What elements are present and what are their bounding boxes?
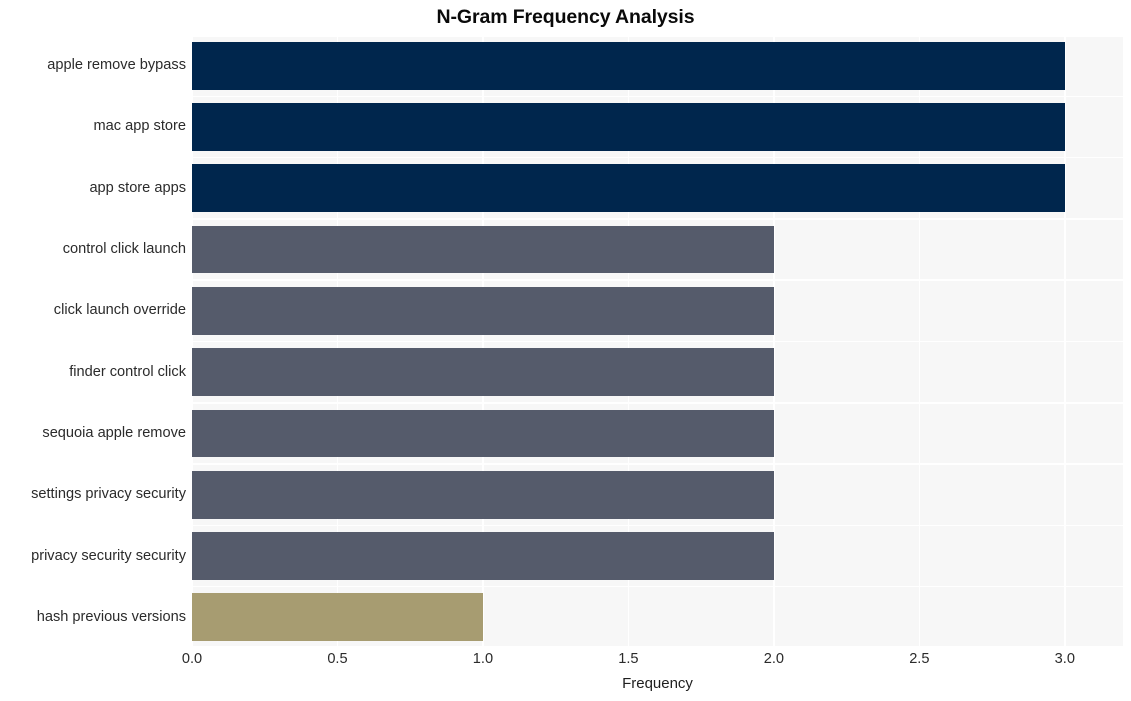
horizontal-gridline	[192, 218, 1123, 220]
horizontal-gridline	[192, 156, 1123, 159]
plot-area	[192, 35, 1123, 648]
x-tick-label: 3.0	[1054, 651, 1075, 667]
horizontal-gridline	[192, 524, 1123, 527]
bar	[192, 286, 774, 335]
y-tick-label: finder control click	[69, 363, 186, 380]
x-tick-label: 0.0	[181, 651, 203, 667]
horizontal-gridline	[192, 646, 1123, 648]
horizontal-gridline	[192, 279, 1123, 281]
x-tick-label: 2.0	[763, 651, 785, 667]
chart-figure: N-Gram Frequency Analysis apple remove b…	[0, 0, 1131, 701]
horizontal-gridline	[192, 95, 1123, 98]
x-tick-label: 2.5	[909, 651, 930, 667]
y-tick-label: click launch override	[53, 302, 186, 319]
bar	[192, 409, 774, 458]
y-tick-label: hash previous versions	[36, 608, 186, 625]
horizontal-gridline	[192, 585, 1123, 588]
bar	[192, 41, 1065, 90]
horizontal-gridline	[192, 463, 1123, 465]
bar	[192, 593, 483, 642]
x-axis-title: Frequency	[622, 675, 693, 692]
bar	[192, 470, 774, 519]
y-tick-label: settings privacy security	[31, 486, 186, 503]
y-tick-label: privacy security security	[31, 547, 186, 564]
x-tick-label: 1.5	[618, 651, 639, 667]
y-tick-label: app store apps	[89, 179, 186, 196]
x-tick-label: 0.5	[327, 651, 348, 667]
x-tick-label: 1.0	[472, 651, 494, 667]
bar	[192, 532, 774, 580]
y-tick-label: mac app store	[93, 118, 186, 135]
horizontal-gridline	[192, 340, 1123, 343]
y-tick-label: control click launch	[62, 241, 186, 258]
chart-title: N-Gram Frequency Analysis	[436, 6, 695, 28]
horizontal-gridline	[192, 402, 1123, 404]
bar	[192, 348, 774, 397]
bar	[192, 103, 1065, 151]
bar	[192, 164, 1065, 213]
y-axis-tick-labels: apple remove bypass mac app store app stor…	[0, 35, 186, 648]
y-tick-label: sequoia apple remove	[42, 424, 186, 441]
bar	[192, 225, 774, 274]
horizontal-gridline	[192, 35, 1123, 37]
y-tick-label: apple remove bypass	[47, 57, 186, 74]
x-axis-tick-labels: 0.0 0.5 1.0 1.5 2.0 2.5 3.0	[182, 651, 1123, 672]
